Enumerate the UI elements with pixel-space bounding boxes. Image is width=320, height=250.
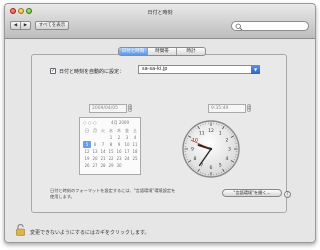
tab-time-zone[interactable]: 時間帯 xyxy=(148,48,177,55)
calendar-month-label: 4月 2009 xyxy=(111,120,129,125)
lock-icon[interactable] xyxy=(16,224,25,236)
calendar-day[interactable]: 29 xyxy=(107,162,115,169)
calendar-day[interactable]: 16 xyxy=(115,148,123,155)
calendar-day[interactable]: 5 xyxy=(83,141,91,148)
calendar-day[interactable]: 7 xyxy=(99,141,107,148)
calendar-empty-cell xyxy=(91,134,99,141)
calendar-day[interactable]: 15 xyxy=(107,148,115,155)
tab-bar: 日付と時刻 時間帯 時計 xyxy=(118,47,206,56)
calendar-day[interactable]: 1 xyxy=(107,134,115,141)
calendar-day[interactable]: 3 xyxy=(123,134,131,141)
calendar-day[interactable]: 22 xyxy=(107,155,115,162)
calendar-day[interactable]: 26 xyxy=(83,162,91,169)
window-title: 日付と時刻 xyxy=(147,10,173,16)
clock-number: 8 xyxy=(194,156,197,162)
show-all-button[interactable]: すべてを表示 xyxy=(35,21,69,30)
clock-number: 6 xyxy=(210,165,213,171)
clock-number: 9 xyxy=(191,147,194,153)
chevron-down-icon[interactable]: ▼ xyxy=(251,65,260,74)
tab-clock[interactable]: 時計 xyxy=(177,48,205,55)
clock-number: 12 xyxy=(208,128,214,134)
time-server-value: sa-sa-ki.jp xyxy=(142,66,168,72)
calendar-day[interactable]: 6 xyxy=(91,141,99,148)
format-info-text: 日付と時刻のフォーマットを設定するには、"言語環境"環境設定を 使用します。 xyxy=(50,188,210,199)
settings-panel: ✓ 日付と時刻を自動的に設定： sa-sa-ki.jp ▼ 2009/04/05… xyxy=(31,54,291,213)
calendar-day[interactable]: 10 xyxy=(123,141,131,148)
calendar-day[interactable]: 27 xyxy=(91,162,99,169)
clock-center xyxy=(209,147,213,151)
calendar-grid: 日月火水木金土 1 2 3 4 5 6 7 8 9 10 11 12 13 14 15 16 17 18 19 20 21… xyxy=(83,127,139,169)
tab-date-time[interactable]: 日付と時刻 xyxy=(119,48,148,55)
help-button[interactable]: ? xyxy=(284,191,291,198)
calendar-empty-cell xyxy=(99,134,107,141)
calendar-day[interactable]: 21 xyxy=(99,155,107,162)
search-input[interactable] xyxy=(243,22,305,30)
format-info-line2: 使用します。 xyxy=(50,193,75,199)
forward-button[interactable]: ▶ xyxy=(20,21,31,30)
calendar-next-icon[interactable]: ○ xyxy=(93,120,97,125)
analog-clock[interactable]: 1234567891011 12 xyxy=(181,119,241,179)
calendar-weekday: 金 xyxy=(125,128,129,133)
calendar-day[interactable]: 17 xyxy=(123,148,131,155)
calendar-day[interactable]: 19 xyxy=(83,155,91,162)
clock-number: 5 xyxy=(219,163,222,169)
date-stepper[interactable]: ▲ ▼ xyxy=(128,104,132,112)
preferences-window: 日付と時刻 ◀ ▶ すべてを表示 ✓ 日付と時刻を自動的に設定： sa-sa-k… xyxy=(4,3,316,243)
calendar-prev-icon[interactable]: ○ xyxy=(83,120,87,125)
clock-number: 3 xyxy=(228,147,231,153)
search-icon xyxy=(235,23,243,30)
search-field[interactable] xyxy=(231,21,309,31)
calendar-weekday: 水 xyxy=(109,128,113,133)
titlebar: 日付と時刻 ◀ ▶ すべてを表示 xyxy=(5,4,315,39)
calendar-weekday: 火 xyxy=(101,128,105,133)
time-field[interactable]: 9:35:49 xyxy=(208,104,246,113)
calendar-day[interactable]: 20 xyxy=(91,155,99,162)
calendar-day[interactable]: 9 xyxy=(115,141,123,148)
auto-set-label: 日付と時刻を自動的に設定： xyxy=(59,69,125,75)
calendar-weekday: 月 xyxy=(93,128,97,133)
calendar-day[interactable]: 14 xyxy=(99,148,107,155)
calendar-day[interactable]: 12 xyxy=(83,148,91,155)
calendar-day[interactable]: 25 xyxy=(131,155,139,162)
calendar-empty-cell xyxy=(83,134,91,141)
lock-text: 変更できないようにするにはカギをクリックします。 xyxy=(30,230,150,236)
calendar-weekday: 木 xyxy=(117,128,121,133)
calendar-day[interactable]: 30 xyxy=(115,162,123,169)
clock-number: 11 xyxy=(199,131,205,137)
calendar-weekday: 土 xyxy=(133,128,137,133)
clock-number: 10 xyxy=(192,137,198,143)
calendar-day[interactable]: 18 xyxy=(131,148,139,155)
lock-bar: 変更できないようにするにはカギをクリックします。 xyxy=(5,214,315,242)
clock-number: 2 xyxy=(226,137,229,143)
time-server-combobox[interactable]: sa-sa-ki.jp ▼ xyxy=(138,65,260,74)
calendar[interactable]: ○ ○ ○ 4月 2009 日月火水木金土 1 2 3 4 5 6 7 8 9 10 11 12 13 14… xyxy=(79,117,141,175)
open-language-button[interactable]: "言語環境"を開く... xyxy=(222,189,282,197)
content-area: ✓ 日付と時刻を自動的に設定： sa-sa-ki.jp ▼ 2009/04/05… xyxy=(5,39,315,213)
calendar-day[interactable]: 4 xyxy=(131,134,139,141)
calendar-empty-cell xyxy=(123,162,131,169)
calendar-empty-cell xyxy=(131,162,139,169)
calendar-day[interactable]: 23 xyxy=(115,155,123,162)
calendar-today-icon[interactable]: ○ xyxy=(88,120,92,125)
date-field[interactable]: 2009/04/05 xyxy=(89,104,127,113)
calendar-day[interactable]: 2 xyxy=(115,134,123,141)
time-stepper[interactable]: ▲ ▼ xyxy=(247,104,251,112)
calendar-day[interactable]: 28 xyxy=(99,162,107,169)
clock-number: 1 xyxy=(219,131,222,137)
calendar-day[interactable]: 13 xyxy=(91,148,99,155)
calendar-day[interactable]: 8 xyxy=(107,141,115,148)
auto-set-checkbox[interactable]: ✓ xyxy=(50,68,56,74)
calendar-day[interactable]: 11 xyxy=(131,141,139,148)
clock-number: 4 xyxy=(226,156,229,162)
calendar-day[interactable]: 24 xyxy=(123,155,131,162)
calendar-header: ○ ○ ○ 4月 2009 xyxy=(83,120,137,126)
calendar-weekday: 日 xyxy=(85,128,89,133)
